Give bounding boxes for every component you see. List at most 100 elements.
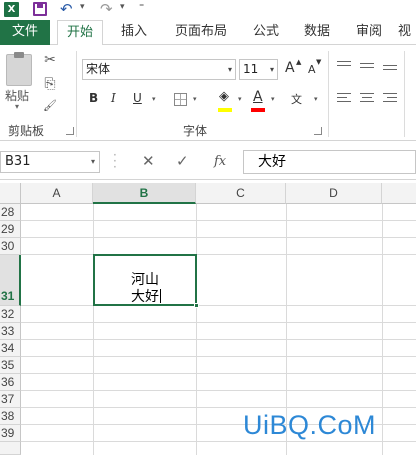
italic-button[interactable]: I <box>111 91 116 105</box>
gridline <box>93 204 94 455</box>
undo-icon[interactable]: ↶ <box>60 0 73 18</box>
ribbon-tabs: 文件 开始 插入 页面布局 公式 数据 审阅 视 <box>0 20 416 46</box>
cancel-icon[interactable]: ✕ <box>142 152 155 170</box>
borders-dropdown-icon[interactable]: ▾ <box>193 95 197 103</box>
ribbon: 粘贴 ▾ ✂ ⎘ 🖌 剪贴板 宋体 ▾ 11 ▾ A ▲ A ▼ B I U ▾… <box>0 45 416 141</box>
font-name-select[interactable]: 宋体 ▾ <box>82 59 236 80</box>
row-header[interactable]: 29 <box>0 221 21 238</box>
font-name-dropdown-icon[interactable]: ▾ <box>228 60 232 79</box>
font-group-label: 字体 <box>183 124 208 138</box>
row-header[interactable]: 34 <box>0 340 21 357</box>
save-icon[interactable] <box>33 2 47 16</box>
quick-access-toolbar: X ↶ ▾ ↷ ▾ ⁼ <box>0 0 416 20</box>
row-header[interactable] <box>0 442 21 455</box>
shrink-font-arrow-icon: ▼ <box>316 58 322 66</box>
tab-formulas[interactable]: 公式 <box>246 20 286 45</box>
gridline <box>21 373 416 374</box>
font-color-swatch <box>251 108 265 112</box>
bold-button[interactable]: B <box>89 91 98 105</box>
font-launcher-icon[interactable] <box>314 127 322 135</box>
select-all-button[interactable] <box>0 183 21 204</box>
row-header[interactable]: 33 <box>0 323 21 340</box>
grow-font-button[interactable]: A <box>285 60 295 76</box>
watermark-logo: UiBQ.CoM <box>243 410 377 440</box>
redo-dropdown-icon[interactable]: ▾ <box>120 2 125 12</box>
gridline <box>21 237 416 238</box>
gridline <box>196 204 197 455</box>
gridline <box>382 204 383 455</box>
cut-icon[interactable]: ✂ <box>40 51 60 69</box>
gridline <box>21 322 416 323</box>
tab-review[interactable]: 审阅 <box>348 20 390 45</box>
tab-file[interactable]: 文件 <box>0 20 50 45</box>
paste-dropdown-icon[interactable]: ▾ <box>15 102 19 111</box>
cell-text-line-2: 大好 <box>131 289 161 306</box>
gridline <box>21 220 416 221</box>
clipboard-group-label: 剪贴板 <box>8 124 45 138</box>
clipboard-launcher-icon[interactable] <box>66 127 74 135</box>
borders-icon[interactable] <box>174 93 187 106</box>
customize-qat-icon[interactable]: ⁼ <box>139 2 144 13</box>
tab-page-layout[interactable]: 页面布局 <box>166 20 236 45</box>
column-header-d[interactable]: D <box>286 183 382 204</box>
gridline <box>21 407 416 408</box>
row-header[interactable]: 28 <box>0 204 21 221</box>
shrink-font-button[interactable]: A <box>308 63 316 76</box>
copy-icon[interactable]: ⎘ <box>40 75 60 93</box>
font-color-button[interactable]: A <box>253 89 263 105</box>
name-box[interactable]: B31 ▾ <box>0 151 100 173</box>
formula-bar-grip-icon[interactable]: · · · <box>113 149 117 173</box>
format-painter-icon[interactable]: 🖌 <box>40 97 60 115</box>
grow-font-arrow-icon: ▲ <box>296 58 302 66</box>
redo-icon[interactable]: ↷ <box>100 0 113 18</box>
name-box-value: B31 <box>5 154 31 169</box>
gridline <box>21 441 416 442</box>
name-box-dropdown-icon[interactable]: ▾ <box>91 152 95 172</box>
phonetic-dropdown-icon[interactable]: ▾ <box>314 95 318 103</box>
undo-dropdown-icon[interactable]: ▾ <box>80 2 85 12</box>
column-header-b[interactable]: B <box>93 183 196 204</box>
fill-color-swatch <box>218 108 232 112</box>
font-size-value: 11 <box>243 62 259 76</box>
fill-color-icon[interactable]: ◈ <box>219 89 229 104</box>
underline-button[interactable]: U <box>133 91 142 105</box>
group-divider <box>328 51 329 137</box>
paste-icon[interactable] <box>6 52 32 86</box>
tab-home[interactable]: 开始 <box>57 20 103 46</box>
enter-icon[interactable]: ✓ <box>176 152 189 170</box>
gridline <box>21 254 416 255</box>
phonetic-guide-icon[interactable]: 文 <box>291 91 302 107</box>
column-header-a[interactable]: A <box>21 183 93 204</box>
row-header[interactable]: 36 <box>0 374 21 391</box>
row-header[interactable]: 37 <box>0 391 21 408</box>
gridline <box>21 356 416 357</box>
font-size-select[interactable]: 11 ▾ <box>239 59 278 80</box>
row-header[interactable]: 39 <box>0 425 21 442</box>
column-header-c[interactable]: C <box>196 183 286 204</box>
tab-view[interactable]: 视 <box>398 20 416 45</box>
underline-dropdown-icon[interactable]: ▾ <box>152 95 156 103</box>
row-header[interactable]: 38 <box>0 408 21 425</box>
tab-data[interactable]: 数据 <box>296 20 338 45</box>
insert-function-button[interactable]: fx <box>214 154 226 169</box>
group-divider <box>76 51 77 137</box>
gridline <box>21 390 416 391</box>
fill-color-dropdown-icon[interactable]: ▾ <box>238 95 242 103</box>
row-header[interactable]: 32 <box>0 306 21 323</box>
row-header[interactable]: 35 <box>0 357 21 374</box>
formula-bar: B31 ▾ · · · ✕ ✓ fx 大好 <box>0 142 416 180</box>
formula-input[interactable]: 大好 <box>243 150 416 174</box>
tab-insert[interactable]: 插入 <box>113 20 155 45</box>
row-header[interactable]: 30 <box>0 238 21 255</box>
column-header-e[interactable] <box>382 183 416 204</box>
gridline <box>21 339 416 340</box>
gridline <box>21 305 416 306</box>
font-name-value: 宋体 <box>86 62 111 76</box>
excel-logo-icon: X <box>4 2 19 17</box>
fill-handle[interactable] <box>194 303 199 308</box>
row-header[interactable]: 31 <box>0 255 21 306</box>
active-cell-b31[interactable]: 河山 大好 <box>93 254 199 308</box>
font-color-dropdown-icon[interactable]: ▾ <box>271 95 275 103</box>
font-size-dropdown-icon[interactable]: ▾ <box>270 60 274 79</box>
group-divider <box>404 51 405 137</box>
